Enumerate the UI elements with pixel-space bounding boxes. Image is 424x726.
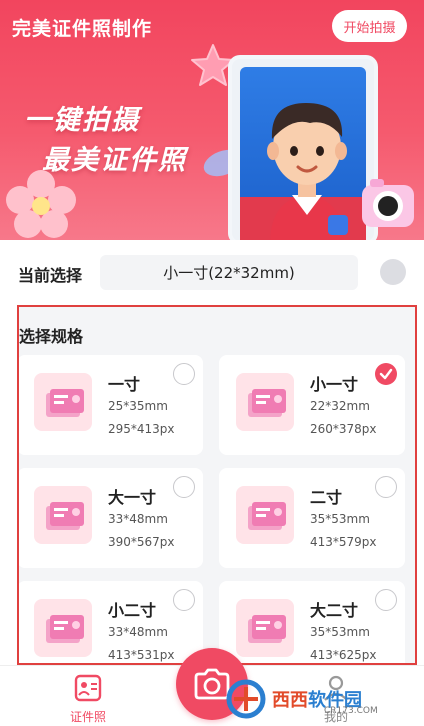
nav-label-id-photo: 证件照 (69, 710, 106, 724)
current-selection-value: 小一寸(22*32mm) (100, 255, 358, 290)
spec-size-px: 260*378px (310, 422, 377, 436)
spec-size-mm: 35*53mm (310, 625, 370, 639)
id-photo-frame (228, 55, 378, 240)
spec-name: 小二寸 (108, 601, 157, 620)
watermark-text-main: 西西 (272, 690, 308, 711)
app-title: 完美证件照制作 (12, 18, 153, 40)
spec-card-daercun[interactable]: 大二寸 35*53mm 413*625px (219, 581, 405, 663)
start-shooting-button[interactable]: 开始拍摄 (332, 10, 407, 42)
spec-radio-checked[interactable] (375, 363, 397, 385)
spec-size-mm: 33*48mm (108, 625, 168, 639)
id-card-icon (236, 486, 294, 544)
flower-decoration-icon (6, 170, 76, 238)
spec-radio[interactable] (173, 589, 195, 611)
spec-radio[interactable] (173, 476, 195, 498)
slogan-line-1: 一键拍摄 (24, 105, 140, 136)
id-card-icon (34, 373, 92, 431)
watermark-site: CR173.COM (324, 706, 378, 716)
spec-size-px: 413*579px (310, 535, 377, 549)
spec-name: 小一寸 (310, 375, 359, 394)
site-watermark: 西西 软件园 CR173.COM (226, 676, 424, 722)
spec-section-title: 选择规格 (19, 327, 84, 346)
spec-card-xiaoyicun[interactable]: 小一寸 22*32mm 260*378px (219, 355, 405, 455)
spec-size-px: 295*413px (108, 422, 175, 436)
id-photo-portrait (240, 67, 366, 240)
spec-size-mm: 22*32mm (310, 399, 370, 413)
spec-name: 大二寸 (310, 601, 359, 620)
spec-size-px: 413*531px (108, 648, 175, 662)
id-card-icon (236, 373, 294, 431)
camera-decoration-icon (362, 179, 414, 227)
spec-radio[interactable] (375, 476, 397, 498)
spec-card-yicun[interactable]: 一寸 25*35mm 295*413px (19, 355, 203, 455)
spec-selection-panel: 选择规格 一寸 25*35mm 295*413px 小一寸 22*32mm 26… (17, 305, 417, 665)
spec-size-mm: 33*48mm (108, 512, 168, 526)
spec-card-dayicun[interactable]: 大一寸 33*48mm 390*567px (19, 468, 203, 568)
avatar-illustration-icon (240, 103, 366, 240)
spec-card-xiaoercun[interactable]: 小二寸 33*48mm 413*531px (19, 581, 203, 663)
spec-radio[interactable] (375, 589, 397, 611)
hero-banner: 完美证件照制作 开始拍摄 一键拍摄 最美证件照 (0, 0, 424, 240)
id-card-icon (236, 599, 294, 657)
nav-item-id-photo[interactable]: 证件照 (48, 670, 128, 724)
spec-card-ercun[interactable]: 二寸 35*53mm 413*579px (219, 468, 405, 568)
spec-size-mm: 25*35mm (108, 399, 168, 413)
id-card-icon (34, 599, 92, 657)
id-photo-tab-icon (74, 674, 102, 702)
id-card-icon (34, 486, 92, 544)
spec-name: 一寸 (108, 375, 141, 394)
current-selection-radio[interactable] (380, 259, 406, 285)
current-selection-label: 当前选择 (18, 266, 83, 285)
checkmark-icon (379, 368, 393, 380)
spec-name: 二寸 (310, 488, 343, 507)
spec-size-px: 413*625px (310, 648, 377, 662)
spec-size-mm: 35*53mm (310, 512, 370, 526)
spec-name: 大一寸 (108, 488, 157, 507)
spec-size-px: 390*567px (108, 535, 175, 549)
spec-radio[interactable] (173, 363, 195, 385)
watermark-logo-icon (226, 679, 266, 719)
